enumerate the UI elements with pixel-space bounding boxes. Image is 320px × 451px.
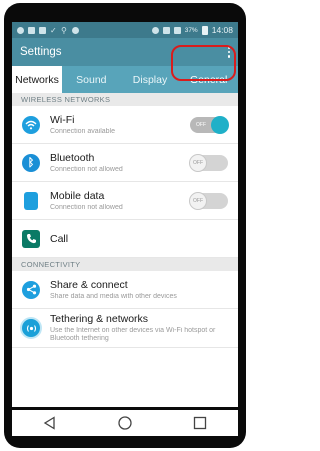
tab-networks[interactable]: Networks [12,66,62,93]
clock: 14:08 [211,25,233,35]
android-icon [72,26,79,34]
share-subtitle: Share data and media with other devices [50,293,177,300]
share-icon [22,280,40,299]
battery-icon [201,25,208,35]
status-icons-right: 37% 14:08 [151,25,233,35]
section-header-connectivity: CONNECTIVITY [12,258,238,271]
check-icon: ✓ [50,25,57,35]
bluetooth-title: Bluetooth [50,152,95,164]
status-icons-left: ✓ ⚲ [17,25,79,35]
battery-percent: 37% [184,26,198,34]
sync-icon [17,26,24,34]
wifi-toggle-label: OFF [196,121,206,128]
bluetooth-toggle[interactable]: OFF [189,153,228,172]
call-title: Call [50,232,69,245]
bluetooth-subtitle: Connection not allowed [50,166,123,173]
tethering-subtitle: Use the Internet on other devices via Wi… [50,327,216,342]
mobile-data-title: Mobile data [50,190,105,202]
list-item-bluetooth[interactable]: ᛒ Bluetooth Connection not allowed OFF [12,144,238,182]
toggle-knob: OFF [189,153,207,172]
status-bar: ✓ ⚲ 37% 14:08 [12,22,238,38]
recents-icon[interactable] [188,413,212,433]
mobile-data-subtitle: Connection not allowed [50,204,123,211]
list-item-share-connect[interactable]: Share & connect Share data and media wit… [12,271,238,309]
back-icon[interactable] [38,413,62,433]
share-title: Share & connect [50,279,128,291]
list-item-wifi[interactable]: Wi-Fi Connection available OFF [12,106,238,144]
toggle-knob: OFF [189,191,207,210]
signal-icon [173,26,181,34]
list-item-call[interactable]: Call [12,220,238,258]
toggle-knob [211,115,229,134]
mobile-data-icon [24,191,38,210]
list-item-tethering[interactable]: Tethering & networks Use the Internet on… [12,309,238,348]
mobile-data-toggle-label: OFF [193,197,203,204]
mobile-data-toggle[interactable]: OFF [189,191,228,210]
section-header-wireless: WIRELESS NETWORKS [12,93,238,106]
bluetooth-toggle-label: OFF [193,159,203,166]
sim-icon [39,26,46,34]
tethering-icon [22,319,40,337]
tethering-title: Tethering & networks [50,313,149,325]
general-tab-highlight [171,45,236,81]
alarm-icon [151,26,159,34]
bluetooth-icon: ᛒ [22,153,40,172]
usb-icon: ⚲ [61,25,67,35]
wifi-subtitle: Connection available [50,128,115,135]
wifi-icon [22,115,40,134]
wifi-title: Wi-Fi [50,114,75,126]
page-title: Settings [20,46,62,58]
nfc-icon [162,26,170,34]
list-item-mobile-data[interactable]: Mobile data Connection not allowed OFF [12,182,238,220]
phone-icon [22,229,40,248]
home-icon[interactable] [113,413,137,433]
wifi-toggle[interactable]: OFF [190,115,229,134]
navigation-bar [12,410,238,436]
tab-sound[interactable]: Sound [62,66,121,93]
image-icon [28,26,35,34]
